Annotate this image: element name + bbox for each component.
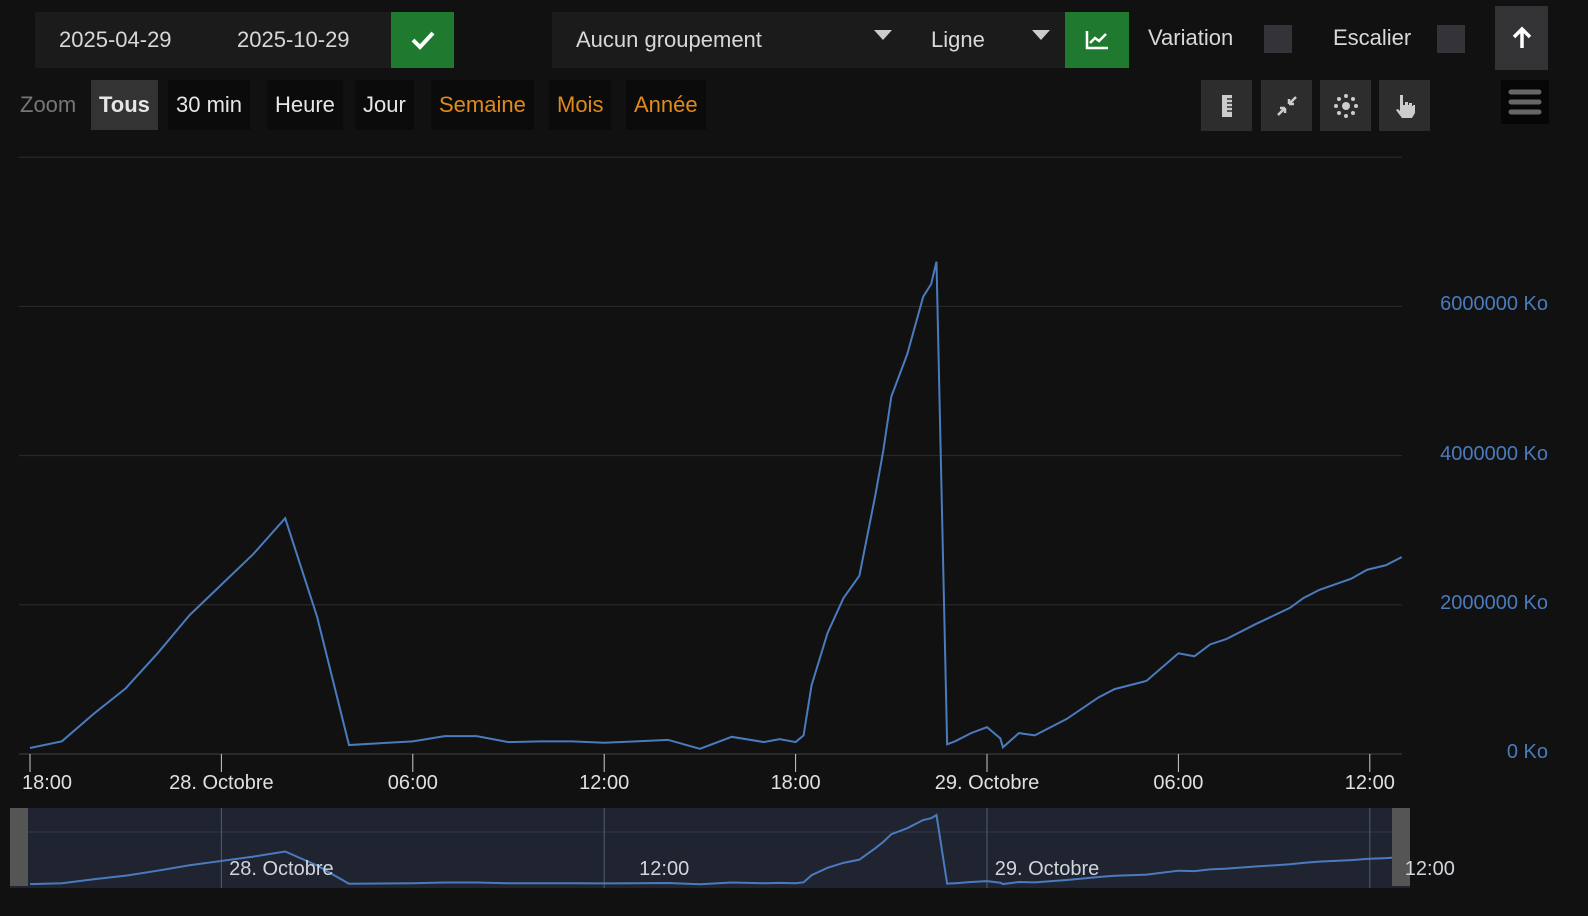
x-tick-label: 12:00 [1344, 772, 1395, 794]
y-tick-label: 4000000 Ko [1440, 442, 1548, 465]
x-tick-label: 06:00 [1153, 772, 1204, 794]
navigator-tick-label: 12:00 [1404, 858, 1455, 880]
x-tick-label: 28. Octobre [169, 772, 274, 794]
x-tick-label: 12:00 [579, 772, 630, 794]
series-line [29, 261, 1403, 750]
y-tick-label: 2000000 Ko [1440, 591, 1548, 614]
navigator-tick-label: 29. Octobre [994, 858, 1100, 880]
x-tick-label: 18:00 [770, 772, 821, 794]
y-tick-label: 6000000 Ko [1440, 293, 1548, 316]
navigator [10, 808, 1410, 888]
x-tick-label: 18:00 [21, 772, 73, 794]
y-tick-label: 0 Ko [1506, 741, 1548, 763]
navigator-tick-label: 12:00 [639, 858, 690, 880]
x-tick-label: 29. Octobre [934, 772, 1040, 794]
navigator-tick-label: 28. Octobre [229, 858, 334, 880]
x-tick-label: 06:00 [387, 772, 438, 794]
navigator-handle-left[interactable] [10, 808, 28, 886]
